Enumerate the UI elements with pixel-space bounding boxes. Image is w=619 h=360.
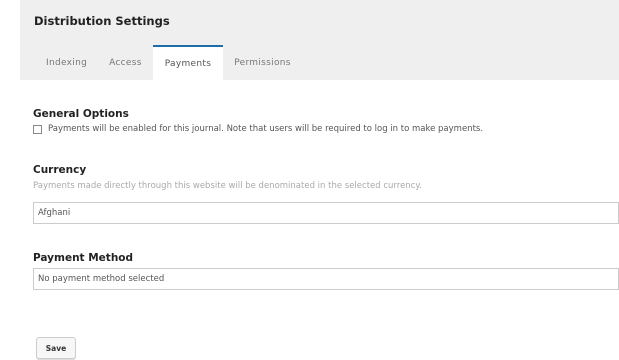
tab-permissions[interactable]: Permissions <box>223 45 302 80</box>
currency-select[interactable]: Afghani <box>33 202 619 224</box>
settings-panel-header: Distribution Settings Indexing Access Pa… <box>20 0 619 80</box>
enable-payments-checkbox[interactable] <box>33 124 42 134</box>
enable-payments-label: Payments will be enabled for this journa… <box>48 124 484 134</box>
currency-selected-value: Afghani <box>38 208 71 218</box>
payment-method-selected-value: No payment method selected <box>38 274 165 284</box>
save-button[interactable]: Save <box>36 337 76 359</box>
tab-payments[interactable]: Payments <box>152 45 224 80</box>
general-options-title: General Options <box>33 108 129 120</box>
tab-access[interactable]: Access <box>98 45 153 80</box>
payment-method-select[interactable]: No payment method selected <box>33 268 619 290</box>
currency-title: Currency <box>33 164 87 176</box>
payment-method-title: Payment Method <box>33 252 134 264</box>
enable-payments-option: Payments will be enabled for this journa… <box>33 124 483 134</box>
tab-indexing[interactable]: Indexing <box>35 45 98 80</box>
tab-bar: Indexing Access Payments Permissions <box>35 45 302 80</box>
panel-title: Distribution Settings <box>34 14 170 28</box>
currency-description: Payments made directly through this webs… <box>33 181 422 191</box>
